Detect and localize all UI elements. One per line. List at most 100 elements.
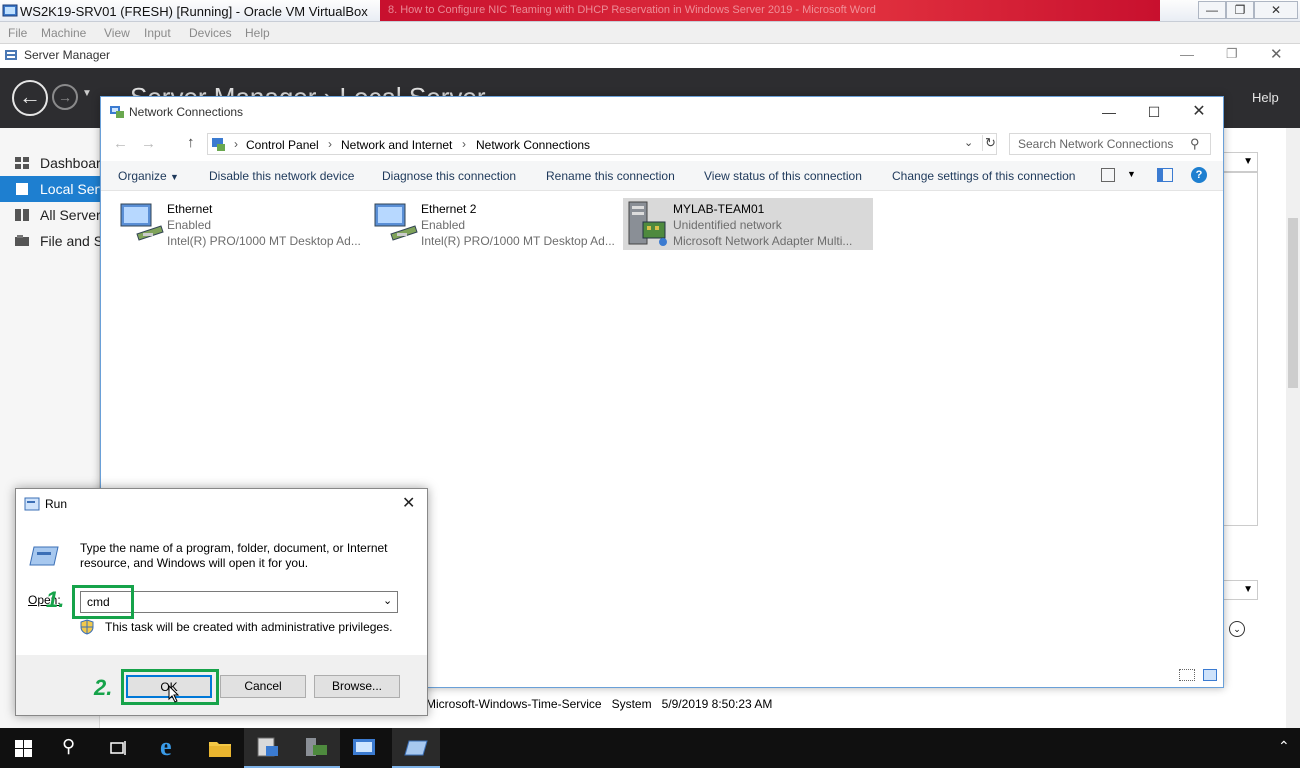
back-arrow-icon[interactable]: ← [113, 135, 128, 152]
sidebar-label: All Servers [40, 207, 100, 223]
uac-shield-icon [80, 619, 94, 635]
change-settings-button[interactable]: Change settings of this connection [892, 169, 1075, 183]
sm-close-button[interactable]: ✕ [1270, 45, 1283, 63]
annotation-box-1 [72, 585, 134, 619]
sm-help-menu[interactable]: Help [1252, 90, 1279, 105]
help-icon[interactable]: ? [1191, 167, 1207, 183]
addr-network-connections[interactable]: Network Connections [476, 138, 590, 152]
tasks-dropdown-icon-2[interactable]: ▼ [1224, 580, 1258, 600]
tasks-dropdown-icon[interactable]: ▼ [1224, 152, 1258, 172]
dashboard-icon [15, 157, 29, 169]
search-icon[interactable]: ⚲ [1190, 136, 1200, 152]
menu-view[interactable]: View [104, 26, 130, 40]
chevron-down-icon: ▼ [170, 172, 179, 182]
adapter-status: Unidentified network [673, 218, 782, 232]
menu-machine[interactable]: Machine [41, 26, 86, 40]
adapter-name: MYLAB-TEAM01 [673, 202, 765, 216]
preview-pane-icon[interactable] [1157, 168, 1173, 182]
task-view-icon[interactable] [110, 740, 128, 756]
taskbar-network-connections[interactable] [292, 728, 340, 768]
addr-sep-icon: › [328, 137, 332, 151]
taskbar-server-manager[interactable] [244, 728, 292, 768]
command-bar: Organize ▼ Disable this network device D… [101, 161, 1223, 191]
menu-help[interactable]: Help [245, 26, 270, 40]
restore-button[interactable]: ❐ [1226, 1, 1254, 19]
network-folder-icon [110, 106, 124, 118]
step-1-label: 1. [46, 587, 65, 612]
adapter-name: Ethernet 2 [421, 202, 477, 216]
sidebar-item-file-storage[interactable]: File and Storage Services [0, 228, 100, 254]
addr-network-internet[interactable]: Network and Internet [341, 138, 452, 152]
expand-icon[interactable]: ⌄ [1229, 621, 1245, 637]
menu-devices[interactable]: Devices [189, 26, 232, 40]
sm-scrollbar[interactable] [1286, 128, 1300, 728]
taskbar: ⚲ e ⌃ [0, 728, 1300, 768]
addr-dropdown-icon[interactable]: ⌄ [964, 136, 973, 149]
taskbar-app[interactable] [340, 728, 388, 768]
adapter-ethernet[interactable]: Ethernet Enabled Intel(R) PRO/1000 MT De… [117, 198, 367, 250]
search-box[interactable]: Search Network Connections ⚲ [1009, 133, 1211, 155]
nc-minimize-button[interactable]: — [1089, 101, 1129, 123]
view-status-button[interactable]: View status of this connection [704, 169, 862, 183]
minimize-button[interactable]: — [1198, 1, 1226, 19]
run-program-icon [29, 546, 59, 566]
nc-close-button[interactable]: ✕ [1179, 101, 1219, 123]
sidebar-item-all-servers[interactable]: All Servers [0, 202, 100, 228]
address-bar[interactable]: › Control Panel › Network and Internet ›… [207, 133, 997, 155]
admin-note: This task will be created with administr… [105, 620, 393, 634]
vbox-titlebar: 8. How to Configure NIC Teaming with DHC… [0, 0, 1300, 22]
view-options-icon[interactable] [1101, 168, 1115, 182]
browse-button[interactable]: Browse... [314, 675, 400, 698]
run-description: Type the name of a program, folder, docu… [80, 541, 388, 570]
sm-minimize-button[interactable]: — [1180, 46, 1194, 62]
refresh-icon[interactable]: ↻ [982, 135, 996, 151]
taskbar-run[interactable] [392, 728, 440, 768]
menu-file[interactable]: File [8, 26, 27, 40]
close-button[interactable]: ✕ [1254, 1, 1298, 19]
large-icons-view-icon[interactable] [1203, 669, 1217, 681]
view-dropdown-icon[interactable]: ▼ [1127, 169, 1136, 179]
virtualbox-icon [2, 4, 18, 17]
details-view-icon[interactable] [1179, 669, 1195, 681]
taskbar-internet-explorer[interactable]: e [148, 728, 196, 768]
start-windows-icon[interactable] [15, 740, 32, 757]
show-hidden-icons-icon[interactable]: ⌃ [1278, 738, 1290, 755]
adapter-ethernet-2[interactable]: Ethernet 2 Enabled Intel(R) PRO/1000 MT … [371, 198, 621, 250]
adapter-mylab-team01[interactable]: MYLAB-TEAM01 Unidentified network Micros… [623, 198, 873, 250]
forward-icon[interactable]: → [52, 84, 78, 110]
tile-panel [1224, 172, 1258, 526]
sidebar-item-dashboard[interactable]: Dashboard [0, 150, 100, 176]
menu-input[interactable]: Input [144, 26, 171, 40]
up-arrow-icon[interactable]: ↑ [187, 134, 195, 151]
organize-button[interactable]: Organize ▼ [118, 169, 179, 183]
forward-arrow-icon[interactable]: → [141, 135, 156, 152]
addr-sep-icon: › [462, 137, 466, 151]
addr-sep-icon: › [234, 137, 238, 151]
taskbar-file-explorer[interactable] [196, 728, 244, 768]
back-icon[interactable]: ← [12, 80, 48, 116]
sm-scrollbar-thumb[interactable] [1288, 218, 1298, 388]
cancel-button[interactable]: Cancel [220, 675, 306, 698]
background-window-title: 8. How to Configure NIC Teaming with DHC… [380, 0, 1160, 21]
run-close-button[interactable]: ✕ [402, 493, 415, 513]
nc-maximize-button[interactable]: ☐ [1134, 101, 1174, 123]
combobox-dropdown-icon[interactable]: ⌄ [383, 594, 392, 607]
adapter-device: Intel(R) PRO/1000 MT Desktop Ad... [421, 234, 615, 248]
rename-button[interactable]: Rename this connection [546, 169, 675, 183]
sidebar-item-local-server[interactable]: Local Server [0, 176, 100, 202]
search-taskbar-icon[interactable]: ⚲ [62, 736, 75, 757]
nc-titlebar: Network Connections — ☐ ✕ [101, 97, 1223, 127]
diagnose-button[interactable]: Diagnose this connection [382, 169, 516, 183]
mouse-cursor-icon [168, 685, 180, 703]
run-icon [24, 497, 40, 511]
addr-control-panel[interactable]: Control Panel [246, 138, 319, 152]
search-placeholder: Search Network Connections [1018, 137, 1174, 151]
sm-maximize-button[interactable]: ❐ [1226, 46, 1238, 62]
server-manager-taskbar-icon [257, 737, 278, 757]
sidebar-label: Dashboard [40, 155, 100, 171]
adapter-name: Ethernet [167, 202, 213, 216]
event-date: 5/9/2019 8:50:23 AM [661, 697, 773, 711]
disable-device-button[interactable]: Disable this network device [209, 169, 354, 183]
history-dropdown-icon[interactable]: ▼ [82, 88, 92, 99]
server-manager-titlebar: Server Manager — ❐ ✕ [0, 44, 1300, 68]
